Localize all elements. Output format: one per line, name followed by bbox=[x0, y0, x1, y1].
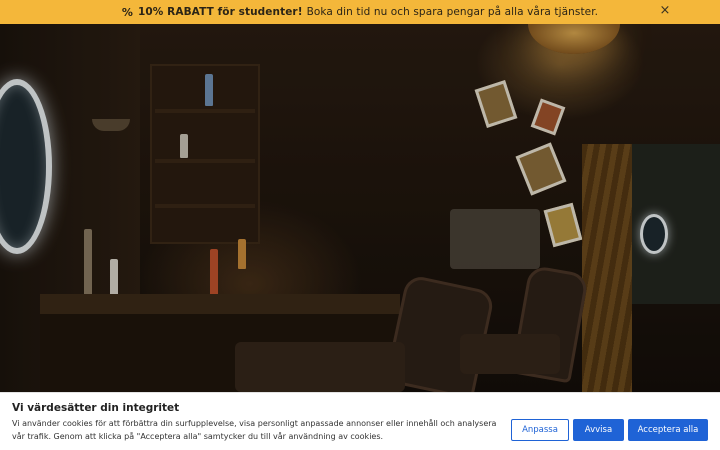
promo-highlight: 10% RABATT för studenter! bbox=[137, 6, 303, 18]
promo-text: Boka din tid nu och spara pengar på alla… bbox=[306, 6, 599, 18]
accept-all-button[interactable]: Acceptera alla bbox=[628, 419, 708, 441]
reject-button[interactable]: Avvisa bbox=[573, 419, 624, 441]
promo-banner: % 10% RABATT för studenter! Boka din tid… bbox=[0, 0, 720, 24]
customize-button[interactable]: Anpassa bbox=[511, 419, 569, 441]
percent-icon: % bbox=[121, 5, 133, 19]
close-icon[interactable]: × bbox=[658, 4, 672, 18]
hero-image bbox=[0, 24, 720, 392]
cookie-text: Vi använder cookies för att förbättra di… bbox=[12, 419, 497, 441]
cookie-title: Vi värdesätter din integritet bbox=[12, 402, 180, 414]
hero-overlay bbox=[0, 24, 720, 392]
